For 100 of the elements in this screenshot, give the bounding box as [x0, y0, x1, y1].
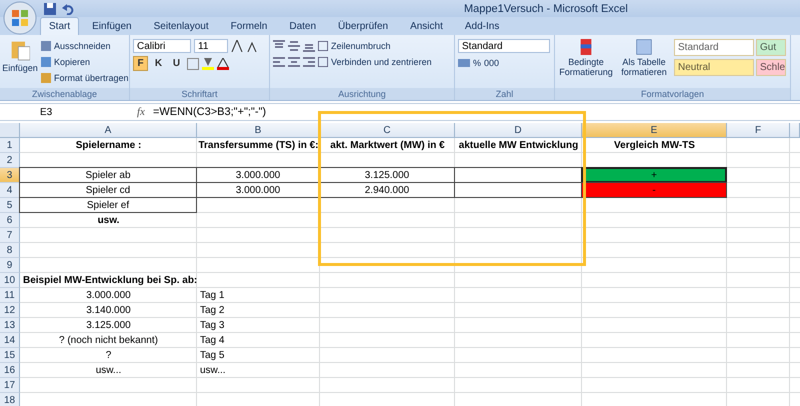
font-size-field[interactable]: 11 — [194, 39, 228, 53]
cell-text: Tag 2 — [200, 305, 224, 316]
column-header[interactable]: B — [197, 123, 320, 138]
cell-text: ? (noch nicht bekannt) — [59, 335, 158, 346]
ribbon-tab[interactable]: Add-Ins — [456, 17, 508, 35]
cell-text: Tag 3 — [200, 320, 224, 331]
cell-text: usw. — [98, 215, 120, 226]
cell-text: 3.000.000 — [236, 184, 280, 196]
column-header[interactable]: C — [320, 123, 455, 138]
cell-text: aktuelle MW Entwicklung — [458, 140, 578, 151]
cell-text: Spieler ef — [86, 200, 130, 210]
merge-icon — [318, 56, 328, 66]
clipboard-icon — [10, 39, 30, 61]
cell-text: 3.125.000 — [364, 170, 410, 180]
cell-text: usw... — [96, 365, 122, 376]
format-button[interactable]: K — [151, 56, 166, 71]
cell-text: + — [651, 170, 657, 180]
group-label: Zwischenablage — [0, 88, 129, 100]
format-button[interactable]: F — [133, 56, 148, 71]
ribbon-tab[interactable]: Überprüfen — [329, 17, 398, 35]
font-color-icon — [217, 58, 229, 70]
clipboard-button[interactable]: Kopieren — [41, 55, 129, 68]
row-header[interactable]: 5 — [0, 198, 20, 213]
row-header[interactable]: 12 — [0, 303, 20, 318]
formula-field[interactable]: =WENN(C3>B3;"+";"-") — [152, 106, 266, 118]
cell-style-swatch[interactable]: Schle — [756, 59, 786, 76]
cell-text: ? — [106, 350, 112, 361]
group-label: Formatvorlagen — [555, 88, 790, 100]
cell-text: Spielername : — [76, 140, 142, 151]
column-header[interactable] — [790, 123, 800, 138]
row-header[interactable]: 10 — [0, 273, 20, 288]
undo-icon — [62, 2, 74, 14]
cell-style-swatch[interactable]: Gut — [756, 39, 786, 56]
row-header[interactable]: 3 — [0, 168, 20, 183]
cell-text: - — [652, 184, 656, 196]
conditional-formatting-button[interactable]: Bedingte Formatierung — [558, 39, 614, 77]
clipboard-button[interactable]: Format übertragen — [41, 71, 129, 84]
grow-font-icon — [231, 40, 243, 52]
column-header[interactable]: D — [455, 123, 582, 138]
cell-text: 2.940.000 — [364, 184, 410, 196]
font-family-field[interactable]: Calibri — [133, 39, 191, 53]
row-header[interactable]: 16 — [0, 363, 20, 378]
ribbon-tab[interactable]: Daten — [280, 17, 326, 35]
row-header[interactable]: 4 — [0, 183, 20, 198]
row-header[interactable]: 14 — [0, 333, 20, 348]
align-left-icon — [273, 56, 285, 68]
shrink-font-icon — [246, 40, 258, 52]
cell-text: Spieler ab — [85, 170, 131, 180]
ribbon-tab[interactable]: Formeln — [222, 17, 276, 35]
row-header[interactable]: 9 — [0, 258, 20, 273]
align-center-icon — [288, 56, 300, 68]
percent-button[interactable]: % — [473, 56, 482, 69]
cell-text: akt. Marktwert (MW) in € — [330, 140, 445, 151]
name-box[interactable]: E3 — [0, 106, 105, 118]
merge-center-button[interactable]: Verbinden und zentrieren — [318, 55, 432, 68]
row-header[interactable]: 2 — [0, 153, 20, 168]
cell-text: Tag 4 — [200, 335, 224, 346]
ribbon-tab[interactable]: Start — [40, 17, 80, 35]
cell-text: 3.000.000 — [86, 290, 131, 301]
select-all-corner[interactable] — [0, 123, 20, 138]
column-header[interactable]: F — [727, 123, 790, 138]
wrap-text-button[interactable]: Zeilenumbruch — [318, 39, 391, 52]
format-button[interactable]: U — [169, 56, 184, 71]
align-right-icon — [303, 56, 315, 68]
cell-style-swatch[interactable]: Neutral — [674, 59, 754, 76]
number-format-field[interactable]: Standard — [458, 39, 550, 53]
border-icon — [187, 58, 199, 70]
cell-text: 3.125.000 — [86, 320, 131, 331]
cell-text: Beispiel MW-Entwicklung bei Sp. ab: — [23, 275, 198, 286]
cell-text: 3.140.000 — [86, 305, 131, 316]
cell-text: Tag 1 — [200, 290, 224, 301]
ribbon-tab[interactable]: Einfügen — [83, 17, 141, 35]
column-header[interactable]: E — [582, 123, 727, 138]
row-header[interactable]: 11 — [0, 288, 20, 303]
function-label[interactable]: fx — [137, 106, 145, 118]
save-icon — [44, 2, 56, 14]
cell-style-swatch[interactable]: Standard — [674, 39, 754, 56]
row-header[interactable]: 7 — [0, 228, 20, 243]
align-middle-icon — [288, 40, 300, 52]
row-header[interactable]: 8 — [0, 243, 20, 258]
row-header[interactable]: 17 — [0, 378, 20, 393]
cell-text: Spieler cd — [86, 184, 130, 196]
row-header[interactable]: 1 — [0, 138, 20, 153]
cell-text: Vergleich MW-TS — [614, 140, 695, 151]
thousands-button[interactable]: 000 — [484, 56, 500, 69]
clipboard-button[interactable]: Ausschneiden — [41, 39, 129, 52]
paste-button[interactable]: Einfügen — [3, 39, 37, 73]
row-header[interactable]: 18 — [0, 393, 20, 406]
cell-text: Transfersumme (TS) in €: — [198, 140, 319, 151]
row-header[interactable]: 13 — [0, 318, 20, 333]
group-label: Zahl — [455, 88, 554, 100]
row-header[interactable]: 15 — [0, 348, 20, 363]
ribbon-tab[interactable]: Ansicht — [401, 17, 452, 35]
cell-text: 3.000.000 — [236, 170, 280, 180]
format-as-table-button[interactable]: Als Tabelle formatieren — [618, 39, 670, 77]
ribbon-tab[interactable]: Seitenlayout — [144, 17, 218, 35]
column-header[interactable]: A — [20, 123, 197, 138]
row-header[interactable]: 6 — [0, 213, 20, 228]
fill-color-icon — [202, 58, 214, 70]
cell-text: Tag 5 — [200, 350, 224, 361]
